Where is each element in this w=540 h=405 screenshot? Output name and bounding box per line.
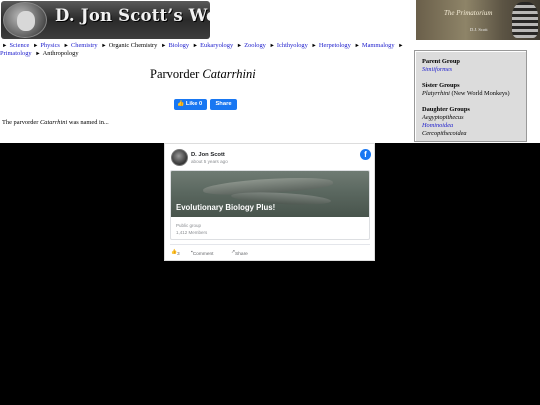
group-preview[interactable]: Evolutionary Biology Plus! Public group … xyxy=(170,170,370,240)
breadcrumb-organic-chemistry: Organic Chemistry xyxy=(108,42,158,49)
like-count: 3 xyxy=(176,252,180,257)
breadcrumb-anthropology: Anthropology xyxy=(42,50,79,58)
primatorium-banner[interactable]: The Primatorium D.J. Scott xyxy=(416,0,540,40)
daughter-heading: Daughter Groups xyxy=(422,106,470,113)
breadcrumb-physics[interactable]: Physics xyxy=(40,42,60,49)
parent-group-section: Parent Group Simiiformes xyxy=(422,58,460,74)
breadcrumb-science[interactable]: Science xyxy=(9,42,29,49)
site-banner[interactable]: D. Jon Scott’s Website xyxy=(1,1,210,39)
primate-emblem-icon xyxy=(3,2,47,38)
group-cover-image: Evolutionary Biology Plus! xyxy=(171,171,369,217)
sister-groups-section: Sister Groups Platyrrhini (New World Mon… xyxy=(422,82,510,98)
primatorium-subtitle: D.J. Scott xyxy=(470,27,488,32)
breadcrumb-zoology[interactable]: Zoology xyxy=(244,42,266,49)
arrow-icon: ► xyxy=(269,43,275,49)
named-suffix: was named in... xyxy=(68,119,109,126)
breadcrumb-biology[interactable]: Biology xyxy=(168,42,189,49)
sister-taxon: Platyrrhini xyxy=(422,89,450,97)
group-members: 1,412 Members xyxy=(176,230,208,235)
like-label: Like 0 xyxy=(185,101,203,107)
arrow-icon: ► xyxy=(398,43,404,49)
arrow-icon: ► xyxy=(311,43,317,49)
daughter-groups-section: Daughter Groups Aegyptopithecus Hominoid… xyxy=(422,106,470,138)
facebook-group-card: D. Jon Scott about 5 years ago f Evoluti… xyxy=(164,143,375,261)
breadcrumb-ichthyology[interactable]: Ichthyology xyxy=(277,42,308,49)
poster-name[interactable]: D. Jon Scott xyxy=(191,152,225,158)
daughter-link-hominoidea[interactable]: Hominoidea xyxy=(422,122,453,129)
page-body: D. Jon Scott’s Website The Primatorium D… xyxy=(0,0,540,143)
arrow-icon: ► xyxy=(32,43,39,49)
page-title: Parvorder Catarrhini xyxy=(150,67,256,82)
title-taxon: Catarrhini xyxy=(202,67,256,81)
divider xyxy=(170,244,370,245)
sister-common: (New World Monkeys) xyxy=(451,89,510,97)
named-taxon: Catarrhini xyxy=(39,119,68,126)
parent-heading: Parent Group xyxy=(422,58,460,65)
arrow-icon: ► xyxy=(354,43,360,49)
breadcrumb-herpetology[interactable]: Herpetology xyxy=(319,42,351,49)
avatar[interactable] xyxy=(171,149,188,166)
share-action[interactable]: ↗ Share xyxy=(231,250,248,257)
breadcrumb-primatology[interactable]: Primatology xyxy=(0,50,32,57)
arrow-icon: ► xyxy=(35,51,41,58)
breadcrumb-mammalogy[interactable]: Mammalogy xyxy=(362,42,395,49)
parent-link[interactable]: Simiiformes xyxy=(422,66,452,73)
arrow-icon: ► xyxy=(101,43,107,49)
daughter-item: Cercopithecoidea xyxy=(422,129,467,137)
title-prefix: Parvorder xyxy=(150,67,200,81)
named-prefix: The parvorder xyxy=(2,119,39,126)
post-actions: 👍 3 ▪ Comment ↗ Share xyxy=(165,248,376,260)
group-title: Evolutionary Biology Plus! xyxy=(176,203,276,212)
breadcrumb-eukaryology[interactable]: Eukaryology xyxy=(200,42,233,49)
post-time[interactable]: about 5 years ago xyxy=(191,159,228,164)
sister-item: Platyrrhini (New World Monkeys) xyxy=(422,90,510,98)
primatorium-title: The Primatorium xyxy=(444,9,493,17)
facebook-share-button[interactable]: Share xyxy=(210,99,237,110)
comment-action[interactable]: ▪ Comment xyxy=(191,250,214,257)
sister-heading: Sister Groups xyxy=(422,82,460,89)
site-title: D. Jon Scott’s Website xyxy=(55,6,210,25)
lemur-icon xyxy=(512,2,538,38)
thumbs-up-icon: 👍 xyxy=(177,101,185,107)
like-action[interactable]: 👍 3 xyxy=(171,250,180,257)
taxonomy-sidebar: Parent Group Simiiformes Sister Groups P… xyxy=(414,50,527,142)
daughter-item: Aegyptopithecus xyxy=(422,113,464,121)
facebook-logo-icon[interactable]: f xyxy=(360,149,371,160)
facebook-like-button[interactable]: 👍 Like 0 xyxy=(174,99,207,110)
comment-label: Comment xyxy=(192,252,214,257)
share-label: Share xyxy=(235,252,248,257)
group-privacy: Public group xyxy=(176,223,202,228)
arrow-icon: ► xyxy=(236,43,243,49)
arrow-icon: ► xyxy=(63,43,69,49)
breadcrumb-chemistry[interactable]: Chemistry xyxy=(71,42,98,49)
arrow-icon: ► xyxy=(192,43,199,49)
breadcrumb: ► Science ► Physics ► Chemistry ► Organic Ch… xyxy=(0,42,412,59)
site-header: D. Jon Scott’s Website The Primatorium D… xyxy=(0,0,540,42)
named-text: The parvorder Catarrhini was named in... xyxy=(2,119,109,126)
